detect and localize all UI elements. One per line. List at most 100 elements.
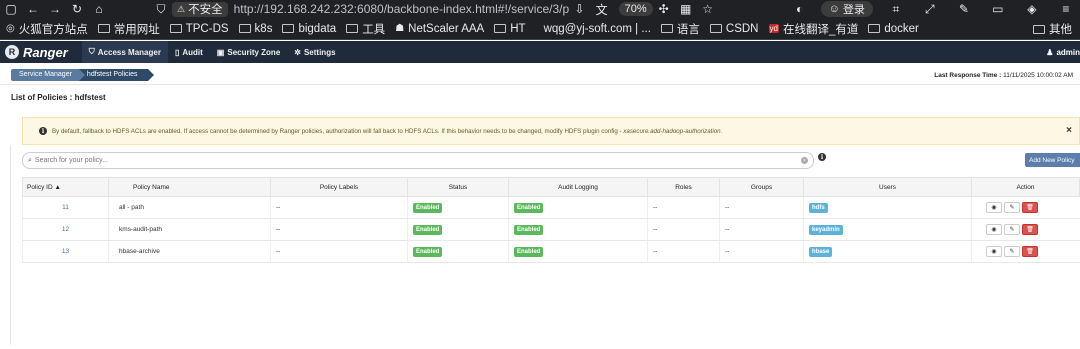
- column-header-groups: Groups: [719, 177, 804, 197]
- home-icon[interactable]: ⌂: [88, 0, 110, 18]
- search-input[interactable]: Search for your policy...: [35, 157, 108, 164]
- user-badge: hbase: [809, 246, 833, 257]
- bookmark-item[interactable]: k8s: [238, 23, 272, 35]
- policy-labels: --: [270, 240, 408, 263]
- policy-name: hbase-archive: [108, 240, 271, 263]
- policy-search-box[interactable]: ⌕ Search for your policy... ×: [22, 152, 814, 169]
- security-indicator[interactable]: ⚠ 不安全: [172, 1, 228, 17]
- browser-toolbar: ▢ ← → ↻ ⌂ ⛉ ⚠ 不安全 http://192.168.242.232:…: [0, 0, 1080, 18]
- clear-search-icon[interactable]: ×: [801, 157, 808, 164]
- bookmark-item[interactable]: HT: [494, 23, 526, 35]
- brand-logo[interactable]: R Ranger: [5, 45, 68, 60]
- policy-id-link[interactable]: 13: [22, 240, 109, 263]
- delete-icon[interactable]: 🗑: [1022, 246, 1038, 257]
- forward-icon[interactable]: →: [44, 0, 66, 18]
- reload-icon[interactable]: ↻: [66, 0, 88, 18]
- folder-icon: [97, 24, 110, 33]
- nav-settings[interactable]: ✲ Settings: [287, 41, 342, 63]
- bookmark-item[interactable]: ◎ 火狐官方站点: [6, 21, 88, 37]
- login-button[interactable]: ☺ 登录: [820, 1, 873, 17]
- gear-icon: ✲: [294, 47, 301, 57]
- column-header-policy-name: Policy Name: [108, 177, 271, 197]
- column-header-policy-id[interactable]: Policy ID ▲: [22, 177, 109, 197]
- app-navbar: R Ranger ⛉ Access Manager ▯ Audit ▣ Securit…: [0, 41, 1080, 63]
- bookmark-item[interactable]: docker: [868, 23, 919, 35]
- search-info-icon[interactable]: i: [818, 153, 826, 161]
- folder-icon: [868, 24, 881, 33]
- youdao-icon: yd: [768, 24, 779, 33]
- close-icon[interactable]: ×: [1066, 125, 1072, 136]
- window-icon[interactable]: ▭: [987, 0, 1009, 18]
- policy-labels: --: [270, 196, 408, 219]
- qr-code-icon[interactable]: ▦: [675, 0, 697, 18]
- bookmark-item[interactable]: 工具: [346, 21, 385, 37]
- view-icon[interactable]: ◉: [986, 202, 1002, 213]
- back-icon[interactable]: ←: [22, 0, 44, 18]
- last-response-time: Last Response Time : 11/11/2025 10:00:02…: [934, 72, 1073, 79]
- shield-outline-icon[interactable]: ⛉: [150, 0, 172, 18]
- view-icon[interactable]: ◉: [986, 224, 1002, 235]
- edit-icon[interactable]: ✎: [1004, 246, 1020, 257]
- bookmark-item[interactable]: 常用网址: [97, 21, 160, 37]
- bookmark-item[interactable]: bigdata: [282, 23, 336, 35]
- column-header-status: Status: [407, 177, 509, 197]
- bookmark-item[interactable]: 语言: [660, 21, 700, 37]
- bookmark-item[interactable]: ☗ NetScaler AAA: [395, 23, 484, 35]
- nav-security-zone[interactable]: ▣ Security Zone: [210, 41, 287, 63]
- user-badge: hdfs: [809, 202, 828, 213]
- folder-icon: [346, 24, 359, 33]
- crop-icon[interactable]: ⌗: [885, 0, 907, 18]
- tab-overview-icon[interactable]: ▢: [0, 0, 22, 18]
- policy-id-link[interactable]: 12: [22, 218, 109, 241]
- warning-icon: ⚠: [177, 3, 186, 14]
- users-cell: hdfs: [803, 196, 972, 219]
- user-menu[interactable]: ♟ admin: [1046, 41, 1080, 63]
- brand-extension-icon[interactable]: ◈: [1021, 0, 1043, 18]
- column-header-roles: Roles: [647, 177, 720, 197]
- breadcrumb-service-manager[interactable]: Service Manager: [11, 69, 85, 81]
- edit-icon[interactable]: ✎: [1004, 224, 1020, 235]
- bookmark-item[interactable]: wqg@yj-soft.com | ...: [544, 23, 651, 35]
- table-row: 11 all - path -- Enabled Enabled -- -- h…: [22, 196, 1080, 219]
- file-icon: ▯: [174, 47, 180, 57]
- extension-icon[interactable]: ✣: [653, 0, 675, 18]
- delete-icon[interactable]: 🗑: [1022, 202, 1038, 213]
- pen-icon[interactable]: ✎: [953, 0, 975, 18]
- alert-text: By default, fallback to HDFS ACLs are en…: [52, 127, 622, 135]
- address-bar[interactable]: ⚠ 不安全 http://192.168.242.232:6080/backbon…: [172, 1, 569, 18]
- users-cell: keyadmin: [803, 218, 972, 241]
- delete-icon[interactable]: 🗑: [1022, 224, 1038, 235]
- add-new-policy-button[interactable]: Add New Policy: [1025, 153, 1080, 167]
- action-cell: ◉ ✎ 🗑: [971, 240, 1080, 263]
- download-icon[interactable]: ⇩: [569, 0, 591, 18]
- status-badge: Enabled: [413, 246, 443, 257]
- zoom-level[interactable]: 70%: [618, 2, 653, 16]
- policy-name: all - path: [108, 196, 271, 219]
- policy-id-link[interactable]: 11: [22, 196, 109, 219]
- column-header-policy-labels: Policy Labels: [270, 177, 408, 197]
- bookmark-item[interactable]: TPC-DS: [169, 23, 229, 35]
- breadcrumb: Service Manager hdfstest Policies: [11, 69, 154, 81]
- bookmark-star-icon[interactable]: ☆: [697, 0, 719, 18]
- folder-icon: [169, 24, 182, 33]
- fit-icon[interactable]: ⤢: [919, 0, 941, 18]
- groups: --: [719, 196, 804, 219]
- folder-icon: [494, 24, 507, 33]
- nav-audit[interactable]: ▯ Audit: [168, 41, 210, 63]
- translate-icon[interactable]: 文: [591, 0, 613, 18]
- action-cell: ◉ ✎ 🗑: [971, 218, 1080, 241]
- table-row: 13 hbase-archive -- Enabled Enabled -- -…: [22, 240, 1080, 263]
- audit-cell: Enabled: [508, 196, 648, 219]
- view-icon[interactable]: ◉: [986, 246, 1002, 257]
- menu-icon[interactable]: ≡: [1055, 0, 1077, 18]
- url-text[interactable]: http://192.168.242.232:6080/backbone-ind…: [234, 2, 569, 16]
- edit-icon[interactable]: ✎: [1004, 202, 1020, 213]
- column-header-users: Users: [803, 177, 972, 197]
- roles: --: [647, 196, 720, 219]
- nav-access-manager[interactable]: ⛉ Access Manager: [81, 41, 168, 63]
- bookmark-item[interactable]: yd 在线翻译_有道: [768, 21, 858, 37]
- bookmark-item[interactable]: CSDN: [709, 23, 759, 35]
- action-cell: ◉ ✎ 🗑: [971, 196, 1080, 219]
- account-circle-icon[interactable]: ◐: [789, 0, 811, 18]
- other-bookmarks[interactable]: 其他: [1033, 18, 1072, 40]
